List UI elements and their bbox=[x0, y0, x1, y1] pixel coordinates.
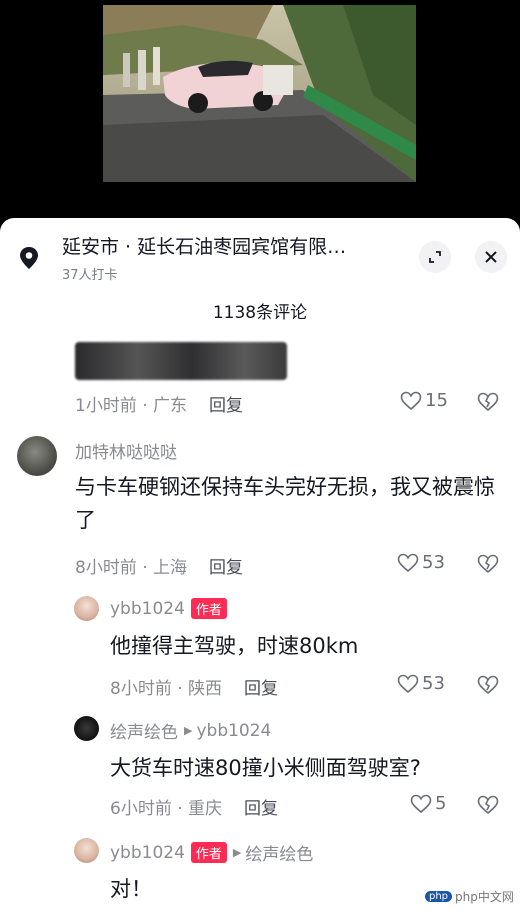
broken-heart-icon[interactable] bbox=[477, 392, 499, 412]
like-button[interactable]: 15 bbox=[400, 390, 448, 411]
heart-icon bbox=[397, 674, 419, 693]
comment-sheet: 延安市 · 延长石油枣园宾馆有限… 37人打卡 1138条评论 1小时前 · 广… bbox=[0, 218, 520, 910]
like-button[interactable]: 53 bbox=[397, 552, 445, 573]
reply-button[interactable]: 回复 bbox=[244, 799, 278, 819]
reply-arrow-icon: ▶ bbox=[184, 724, 193, 737]
reply-to-user[interactable]: ybb1024 bbox=[196, 721, 271, 741]
like-count: 53 bbox=[422, 673, 445, 694]
watermark: php php中文网 bbox=[425, 888, 514, 905]
comment-meta: 6小时前 · 重庆 回复 bbox=[110, 794, 278, 819]
blurred-image bbox=[75, 342, 287, 380]
watermark-logo-icon: php bbox=[425, 891, 453, 902]
like-count: 53 bbox=[422, 552, 445, 573]
like-button[interactable]: 53 bbox=[397, 673, 445, 694]
like-count: 15 bbox=[425, 390, 448, 411]
comment-time: 8小时前 · 陕西 bbox=[110, 679, 223, 699]
comment-time: 1小时前 · 广东 bbox=[75, 396, 188, 416]
comment-meta: 1小时前 · 广东 回复 bbox=[75, 391, 243, 416]
comment-username[interactable]: ybb1024 作者 ▶ 绘声绘色 bbox=[110, 840, 313, 865]
avatar[interactable] bbox=[74, 596, 99, 621]
avatar[interactable] bbox=[17, 436, 57, 476]
comment-meta: 8小时前 · 上海 回复 bbox=[75, 553, 243, 578]
video-area[interactable] bbox=[0, 0, 520, 220]
reply-button[interactable]: 回复 bbox=[244, 679, 278, 699]
comment-text: 与卡车硬钢还保持车头完好无损，我又被震惊了 bbox=[75, 475, 495, 532]
checkin-count: 37人打卡 bbox=[62, 268, 118, 283]
comment-username[interactable]: 加特林哒哒哒 bbox=[75, 438, 177, 463]
author-badge: 作者 bbox=[190, 598, 227, 619]
reply-to-user[interactable]: 绘声绘色 bbox=[245, 840, 313, 865]
comment-meta: 8小时前 · 陕西 回复 bbox=[110, 674, 278, 699]
reply-button[interactable]: 回复 bbox=[209, 396, 243, 416]
reply-arrow-icon: ▶ bbox=[232, 846, 242, 859]
accident-photo bbox=[103, 5, 416, 182]
comment-text: 他撞得主驾驶，时速80km bbox=[110, 634, 359, 658]
like-count: 5 bbox=[435, 793, 447, 814]
comment-username[interactable]: ybb1024 作者 bbox=[110, 598, 227, 619]
comment-time: 8小时前 · 上海 bbox=[75, 558, 188, 578]
reply-button[interactable]: 回复 bbox=[209, 558, 243, 578]
broken-heart-icon[interactable] bbox=[477, 675, 499, 695]
author-badge: 作者 bbox=[190, 842, 227, 863]
expand-button[interactable] bbox=[419, 241, 451, 273]
heart-icon bbox=[400, 391, 422, 410]
comment-username[interactable]: 绘声绘色 ▶ ybb1024 bbox=[110, 718, 271, 744]
heart-icon bbox=[397, 553, 419, 572]
avatar[interactable] bbox=[74, 716, 99, 741]
comment-time: 6小时前 · 重庆 bbox=[110, 799, 223, 819]
like-button[interactable]: 5 bbox=[410, 793, 446, 814]
comment-text: 大货车时速80撞小米侧面驾驶室? bbox=[110, 756, 421, 780]
broken-heart-icon[interactable] bbox=[477, 554, 499, 574]
heart-icon bbox=[410, 794, 432, 813]
expand-icon bbox=[429, 251, 441, 263]
location-title[interactable]: 延安市 · 延长石油枣园宾馆有限… bbox=[62, 232, 346, 259]
comment-count: 1138条评论 bbox=[212, 303, 308, 323]
location-pin-icon bbox=[20, 247, 38, 269]
broken-heart-icon[interactable] bbox=[477, 795, 499, 815]
close-button[interactable] bbox=[475, 241, 507, 273]
avatar[interactable] bbox=[74, 838, 99, 863]
close-icon bbox=[485, 251, 497, 263]
